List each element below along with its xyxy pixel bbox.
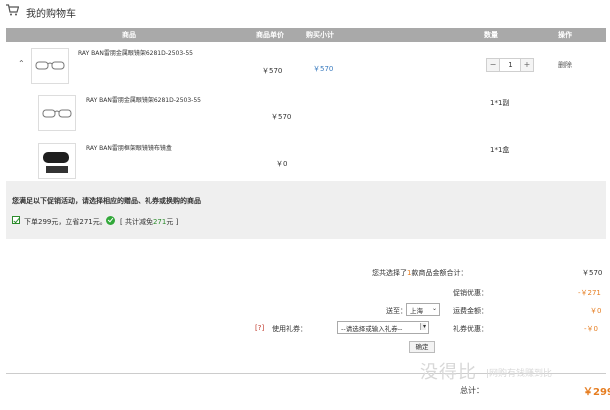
item-thumbnail[interactable] — [38, 143, 76, 179]
goods-total-value: ￥570 — [582, 269, 603, 277]
ship-to-label: 送至： — [386, 307, 407, 315]
chevron-down-icon: ⌄ — [431, 305, 437, 312]
coupon-discount-label: 礼券优惠： — [453, 325, 488, 333]
promo-discount-value: -￥271 — [578, 289, 601, 297]
quantity-input[interactable]: 1 — [501, 59, 520, 71]
page-title: 我的购物车 — [26, 9, 76, 20]
freight-label: 运费金额： — [453, 307, 488, 315]
promotion-discount-note: [ 共计减免271元 ] — [120, 217, 178, 227]
quantity-stepper: − 1 + — [486, 58, 534, 72]
promotion-heading: 您满足以下促销活动，请选择相应的赠品、礼券或换购的商品 — [12, 197, 201, 205]
bundle-product-name[interactable]: RAY BAN雷朋金属眼镜架6281D-2503-55 — [78, 48, 193, 57]
discount-note-suffix: 元 ] — [166, 218, 179, 226]
check-circle-icon — [106, 216, 115, 225]
col-subtotal: 购买小计 — [306, 31, 334, 39]
coupon-select-value: --请选择或输入礼券-- — [341, 325, 403, 333]
bundle-unit-price: ￥570 — [262, 67, 283, 75]
discount-amount: 271 — [152, 218, 167, 226]
glasses-icon — [35, 61, 65, 70]
item-thumbnail[interactable] — [38, 95, 76, 131]
discount-note-prefix: [ 共计减免 — [120, 218, 153, 226]
glasses-icon — [42, 109, 72, 118]
total-value: ￥299 — [583, 387, 610, 398]
item-name[interactable]: RAY BAN雷朋框架眼镜镜布镜盒 — [86, 143, 172, 152]
item-name[interactable]: RAY BAN雷朋金属眼镜架6281D-2503-55 — [86, 95, 201, 104]
quantity-decrease-button[interactable]: − — [487, 59, 500, 71]
cart-table-header: 商品 商品单价 购买小计 数量 操作 — [6, 28, 606, 42]
coupon-select[interactable]: --请选择或输入礼券-- ▾ — [337, 321, 429, 334]
coupon-help-link[interactable]: [?] — [255, 324, 264, 332]
chevron-down-icon: ▾ — [419, 323, 426, 330]
promotion-panel — [6, 181, 606, 239]
item-price: ￥0 — [276, 160, 288, 168]
promotion-text: 下单299元，立省271元。 — [24, 218, 107, 226]
col-action: 操作 — [558, 31, 572, 39]
ship-to-select[interactable]: 上海 ⌄ — [406, 303, 440, 316]
promotion-checkbox[interactable] — [12, 216, 20, 224]
total-label: 总计： — [460, 386, 484, 395]
bundle-product-thumbnail[interactable] — [31, 48, 69, 84]
col-product: 商品 — [122, 31, 136, 39]
bundle-subtotal: ￥570 — [313, 65, 334, 73]
shopping-cart-icon — [6, 4, 19, 16]
delete-link[interactable]: 删除 — [558, 60, 572, 70]
collapse-chevron-icon[interactable]: ⌃ — [18, 59, 25, 68]
coupon-discount-value: -￥0 — [584, 325, 598, 333]
quantity-increase-button[interactable]: + — [520, 59, 533, 71]
item-quantity: 1*1盒 — [490, 146, 510, 154]
col-unit-price: 商品单价 — [256, 31, 284, 39]
selected-suffix: 款商品金额合计： — [411, 269, 468, 277]
ship-to-value: 上海 — [410, 307, 423, 315]
selected-prefix: 您共选择了 — [372, 269, 407, 277]
confirm-coupon-button[interactable]: 确定 — [409, 341, 435, 353]
coupon-use-label: 使用礼券： — [272, 325, 307, 333]
watermark-subtext: |网购有钱赚到比 — [486, 369, 553, 379]
freight-value: ￥0 — [590, 307, 602, 315]
promo-discount-label: 促销优惠： — [453, 289, 488, 297]
col-quantity: 数量 — [484, 31, 498, 39]
item-quantity: 1*1副 — [490, 99, 510, 107]
item-price: ￥570 — [271, 113, 292, 121]
selected-summary: 您共选择了1款商品金额合计： — [372, 268, 467, 278]
watermark: 没得比 — [420, 362, 477, 383]
glasses-case-icon — [43, 152, 69, 173]
